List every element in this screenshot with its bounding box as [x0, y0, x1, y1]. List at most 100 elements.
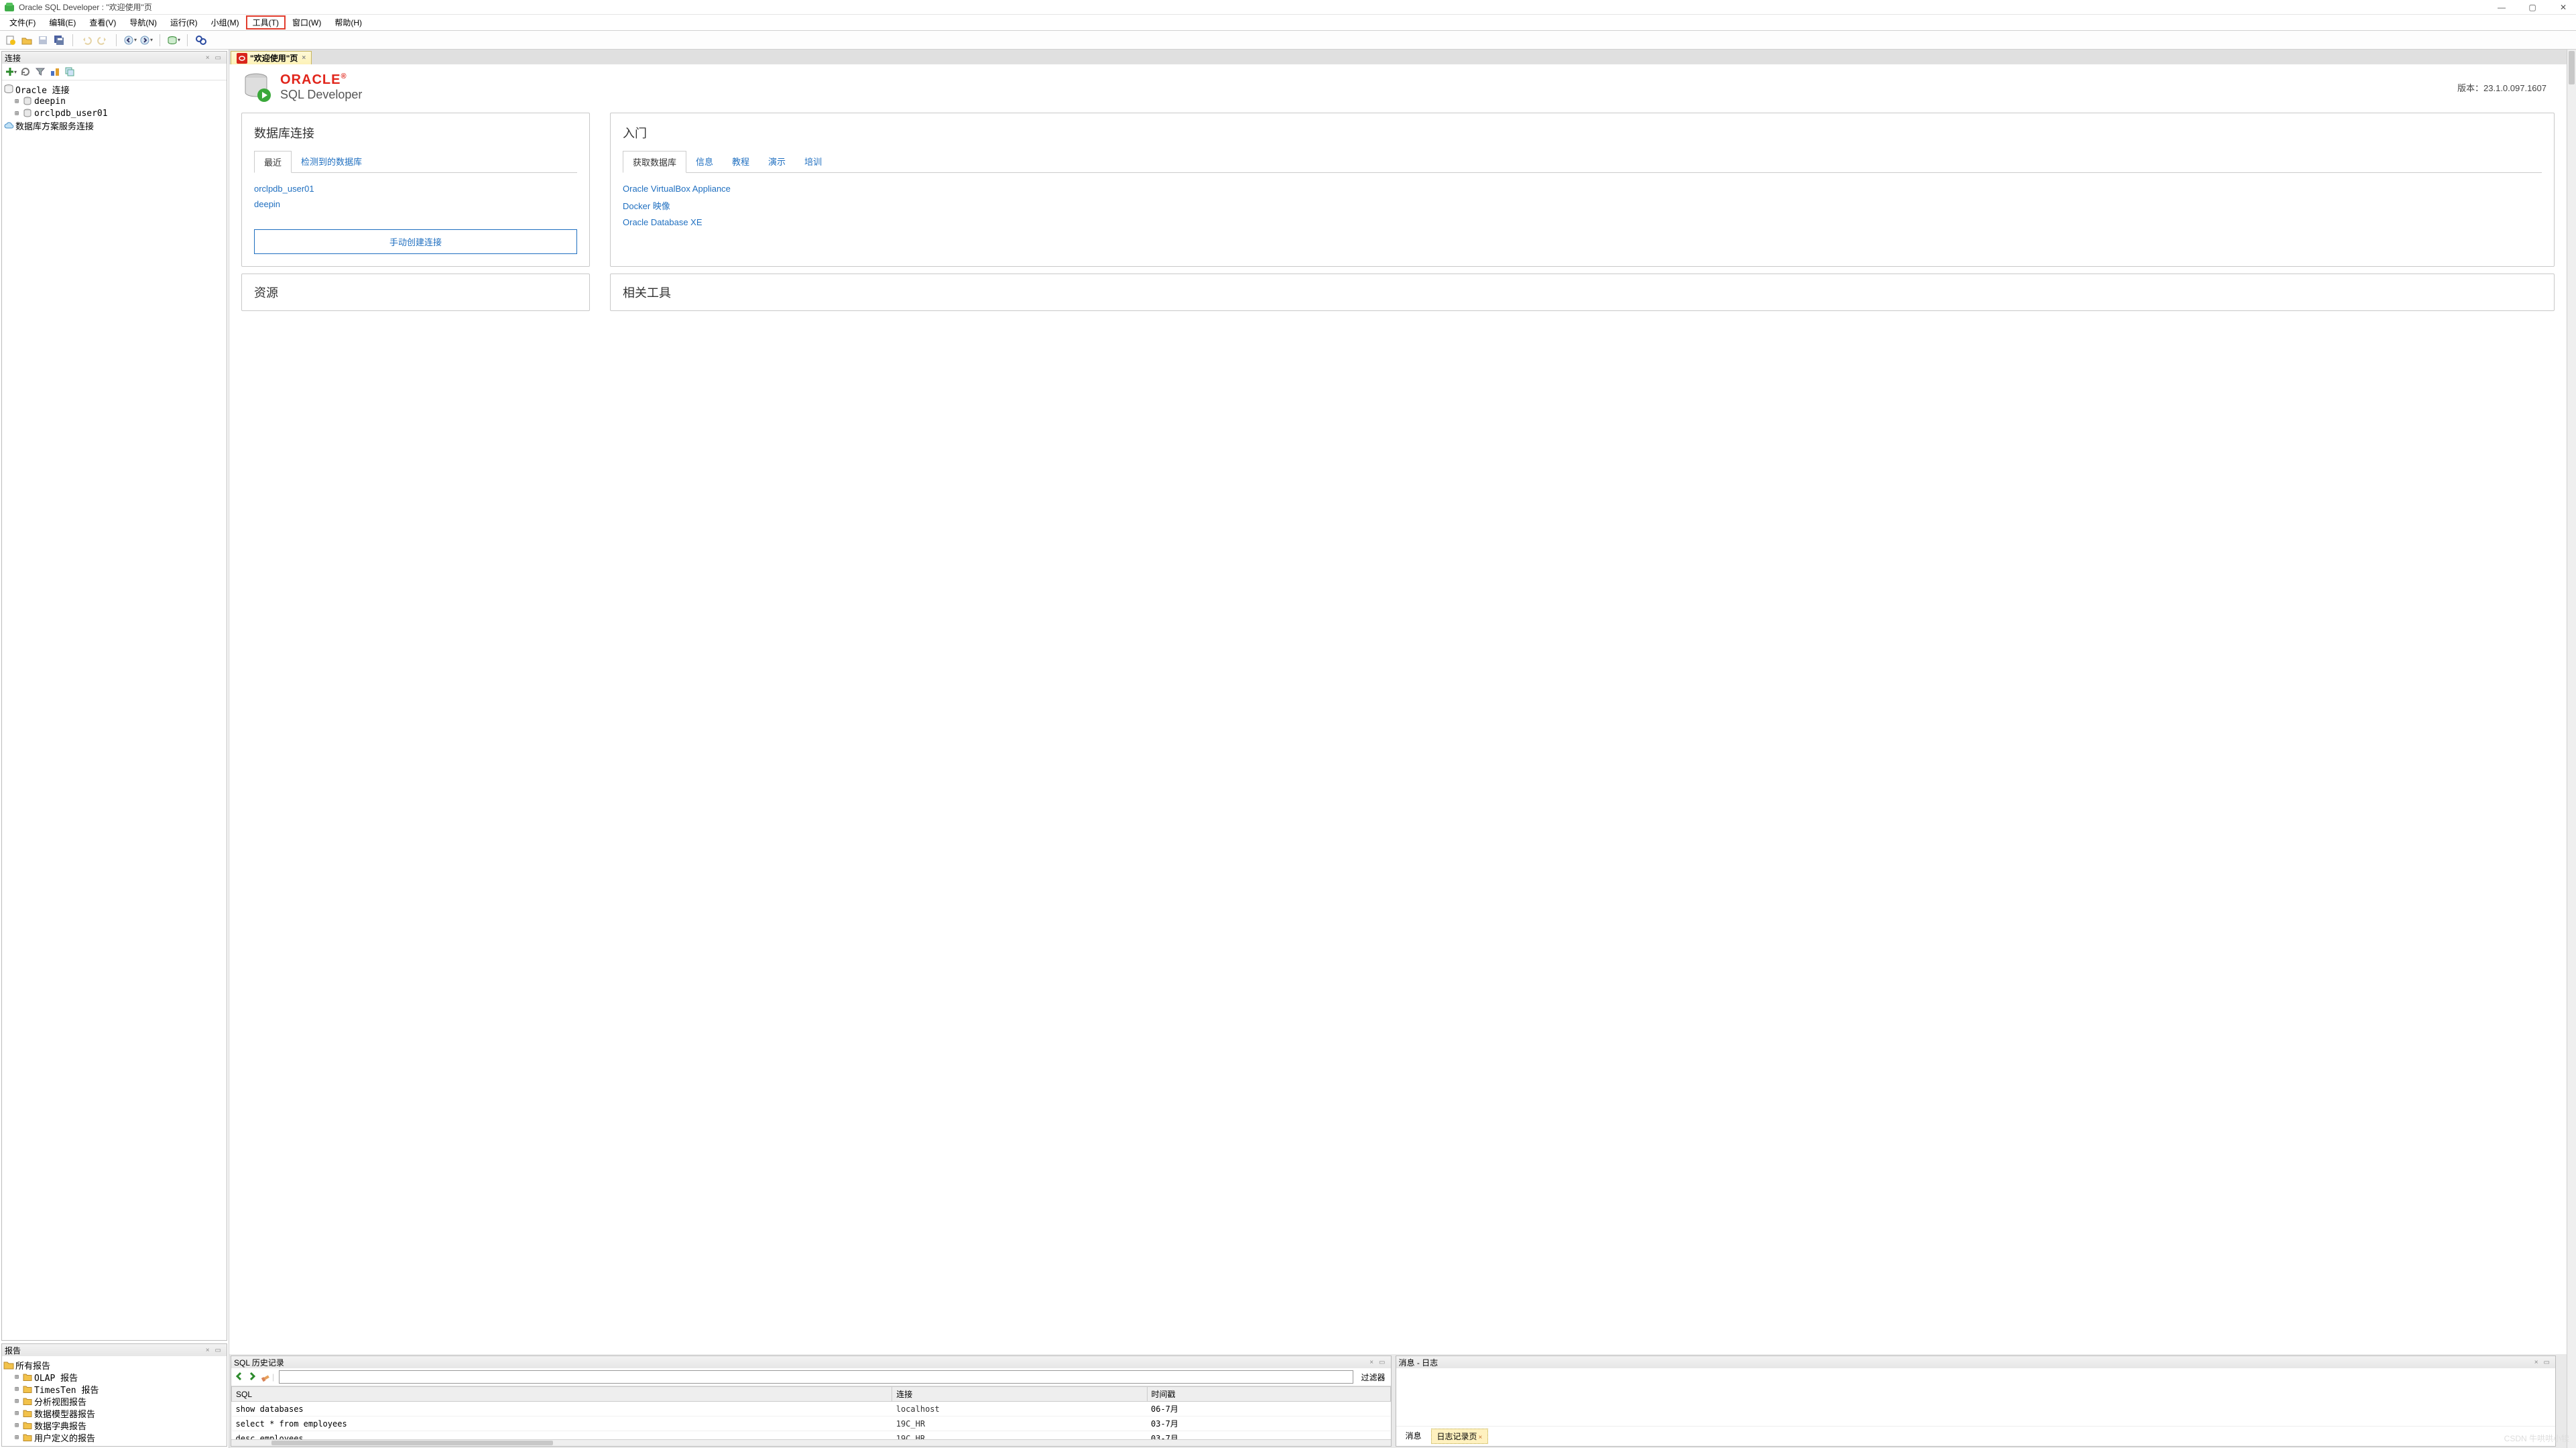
subtab-info[interactable]: 信息 — [686, 151, 723, 172]
folder-icon — [22, 1396, 33, 1406]
tree-report-olap[interactable]: ⊞OLAP 报告 — [3, 1371, 225, 1383]
log-tab-logpage[interactable]: 日志记录页× — [1431, 1429, 1489, 1444]
tree-conn-orclpdb[interactable]: ⊞ orclpdb_user01 — [3, 107, 225, 119]
history-next-icon[interactable] — [247, 1371, 257, 1384]
start-link[interactable]: Docker 映像 — [623, 196, 2542, 215]
expand-icon[interactable]: ⊞ — [13, 1398, 21, 1405]
panel-title: 消息 - 日志 — [1399, 1357, 1438, 1368]
tree-report-userdef[interactable]: ⊞用户定义的报告 — [3, 1431, 225, 1443]
tree-conn-deepin[interactable]: ⊞ deepin — [3, 95, 225, 107]
undo-icon[interactable] — [80, 34, 93, 47]
subtab-recent[interactable]: 最近 — [254, 151, 292, 173]
history-row[interactable]: select * from employees19C_HR03-7月 — [232, 1416, 1391, 1431]
panel-minimize-icon[interactable]: ▭ — [2541, 1359, 2553, 1366]
expand-icon[interactable]: ⊞ — [13, 98, 21, 105]
expand-icon[interactable]: ⊞ — [13, 1410, 21, 1417]
folder-icon — [22, 1408, 33, 1419]
history-row[interactable]: desc employees19C_HR03-7月 — [232, 1431, 1391, 1440]
window-title: Oracle SQL Developer : "欢迎使用"页 — [19, 1, 152, 13]
card-title: 入门 — [623, 124, 2542, 141]
connections-toolbar: ▾ — [2, 64, 227, 80]
recent-conn-link[interactable]: orclpdb_user01 — [254, 181, 577, 196]
col-time[interactable]: 时间戳 — [1147, 1387, 1390, 1402]
subtab-getdb[interactable]: 获取数据库 — [623, 151, 686, 173]
db-root-icon — [3, 84, 14, 95]
panel-close-icon[interactable]: × — [1367, 1359, 1376, 1366]
vertical-scrollbar[interactable] — [2567, 50, 2576, 1448]
reports-header[interactable]: 报告 × ▭ — [2, 1344, 227, 1356]
menu-window[interactable]: 窗口(W) — [286, 15, 328, 29]
menu-edit[interactable]: 编辑(E) — [42, 15, 82, 29]
start-link[interactable]: Oracle Database XE — [623, 215, 2542, 230]
expand-icon[interactable]: ⊞ — [13, 110, 21, 117]
history-header[interactable]: SQL 历史记录 × ▭ — [231, 1356, 1391, 1368]
menu-group[interactable]: 小组(M) — [204, 15, 246, 29]
copy-icon[interactable] — [64, 66, 76, 78]
menu-run[interactable]: 运行(R) — [164, 15, 204, 29]
history-prev-icon[interactable] — [234, 1371, 245, 1384]
main-area: 连接 × ▭ ▾ Oracle 连接 ⊞ deepin — [0, 50, 2576, 1448]
open-icon[interactable] — [20, 34, 34, 47]
log-header[interactable]: 消息 - 日志 × ▭ — [1396, 1356, 2556, 1368]
minimize-button[interactable]: — — [2493, 3, 2510, 12]
tree-report-dictionary[interactable]: ⊞数据字典报告 — [3, 1419, 225, 1431]
reports-tree[interactable]: 所有报告 ⊞OLAP 报告 ⊞TimesTen 报告 ⊞分析视图报告 ⊞数据模型… — [2, 1356, 227, 1446]
subtab-detected[interactable]: 检测到的数据库 — [292, 151, 371, 172]
back-icon[interactable]: ▾ — [123, 34, 137, 47]
panel-close-icon[interactable]: × — [203, 1347, 212, 1354]
history-clear-icon[interactable] — [259, 1371, 270, 1384]
panel-minimize-icon[interactable]: ▭ — [1376, 1359, 1388, 1366]
start-link[interactable]: Oracle VirtualBox Appliance — [623, 181, 2542, 196]
subtab-demo[interactable]: 演示 — [759, 151, 795, 172]
expand-icon[interactable]: ⊞ — [13, 1422, 21, 1429]
history-row[interactable]: show databaseslocalhost06-7月 — [232, 1402, 1391, 1416]
tree-root-oracle[interactable]: Oracle 连接 — [3, 83, 225, 95]
col-sql[interactable]: SQL — [232, 1387, 892, 1402]
history-filter-input[interactable] — [279, 1370, 1353, 1384]
card-title: 相关工具 — [623, 284, 2542, 301]
new-icon[interactable] — [4, 34, 17, 47]
panel-close-icon[interactable]: × — [203, 54, 212, 62]
history-table[interactable]: SQL 连接 时间戳 show databaseslocalhost06-7月 … — [231, 1386, 1391, 1439]
expand-icon[interactable]: ⊞ — [13, 1386, 21, 1393]
filter-icon[interactable] — [34, 66, 46, 78]
menu-help[interactable]: 帮助(H) — [328, 15, 369, 29]
connections-header[interactable]: 连接 × ▭ — [2, 52, 227, 64]
log-tab-messages[interactable]: 消息 — [1400, 1429, 1427, 1444]
panel-minimize-icon[interactable]: ▭ — [212, 1347, 224, 1354]
log-body[interactable] — [1396, 1368, 2556, 1426]
save-icon[interactable] — [36, 34, 50, 47]
col-conn[interactable]: 连接 — [892, 1387, 1147, 1402]
save-all-icon[interactable] — [52, 34, 66, 47]
redo-icon[interactable] — [96, 34, 109, 47]
tree-report-timesten[interactable]: ⊞TimesTen 报告 — [3, 1383, 225, 1395]
expand-icon[interactable]: ⊞ — [13, 1434, 21, 1441]
recent-conn-link[interactable]: deepin — [254, 196, 577, 212]
maximize-button[interactable]: ▢ — [2524, 3, 2541, 12]
refresh-icon[interactable] — [19, 66, 32, 78]
tab-welcome[interactable]: "欢迎使用"页 × — [231, 51, 312, 64]
menu-nav[interactable]: 导航(N) — [123, 15, 164, 29]
close-button[interactable]: ✕ — [2555, 3, 2572, 12]
panel-minimize-icon[interactable]: ▭ — [212, 54, 224, 62]
forward-icon[interactable]: ▾ — [139, 34, 153, 47]
connections-tree[interactable]: Oracle 连接 ⊞ deepin ⊞ orclpdb_user01 数据库方… — [2, 80, 227, 1340]
horizontal-scrollbar[interactable] — [231, 1439, 1391, 1446]
tree-report-analysis[interactable]: ⊞分析视图报告 — [3, 1395, 225, 1407]
subtab-training[interactable]: 培训 — [795, 151, 831, 172]
tree-report-datamodel[interactable]: ⊞数据模型器报告 — [3, 1407, 225, 1419]
find-icon[interactable] — [194, 34, 208, 47]
tree-reports-root[interactable]: 所有报告 — [3, 1359, 225, 1371]
subtab-tutorial[interactable]: 教程 — [723, 151, 759, 172]
menu-view[interactable]: 查看(V) — [82, 15, 123, 29]
manual-create-button[interactable]: 手动创建连接 — [254, 229, 577, 254]
menu-file[interactable]: 文件(F) — [3, 15, 42, 29]
panel-close-icon[interactable]: × — [2532, 1359, 2541, 1366]
expand-icon[interactable]: ⊞ — [13, 1374, 21, 1381]
tree-cloud-root[interactable]: 数据库方案服务连接 — [3, 119, 225, 131]
tns-icon[interactable] — [49, 66, 61, 78]
sql-icon[interactable]: ▾ — [167, 34, 180, 47]
new-connection-icon[interactable]: ▾ — [5, 66, 17, 78]
menu-tools[interactable]: 工具(T) — [246, 15, 286, 29]
tab-close-icon[interactable]: × — [302, 54, 306, 62]
